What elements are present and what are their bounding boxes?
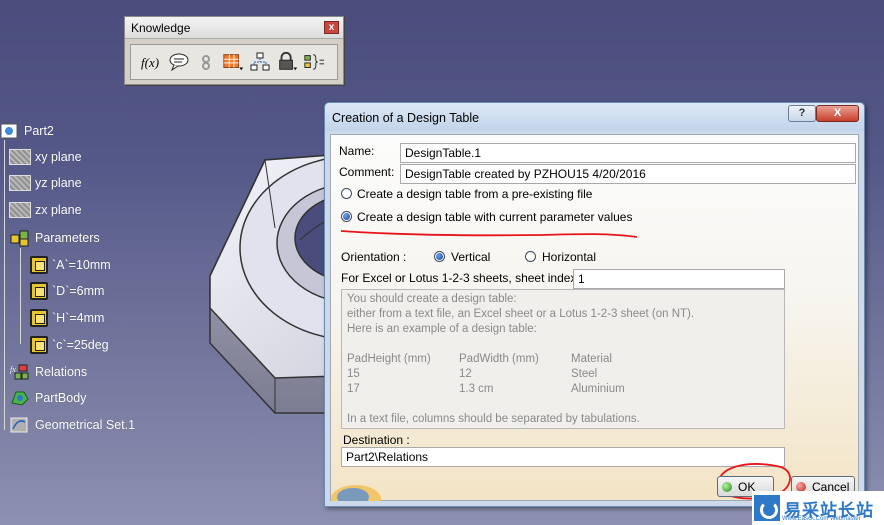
tree-trunk <box>4 140 5 430</box>
parameter-icon <box>30 336 48 354</box>
ok-icon <box>722 481 732 492</box>
option-current-label[interactable]: Create a design table with current param… <box>357 210 632 224</box>
tree-item-parameters[interactable]: Parameters <box>9 229 100 247</box>
example-cell: 1.3 cm <box>459 383 494 395</box>
comment-label: Comment: <box>339 165 395 179</box>
example-cell: Aluminium <box>571 383 625 395</box>
tree-item-param-c[interactable]: `c`=25deg <box>30 336 109 354</box>
tree-item-partbody[interactable]: PartBody <box>9 389 86 407</box>
example-cell: 17 <box>347 383 360 395</box>
example-cell: Steel <box>571 368 598 380</box>
orientation-horizontal-radio[interactable] <box>525 251 536 262</box>
destination-label: Destination : <box>343 433 410 447</box>
tree-item-label: xy plane <box>35 150 82 164</box>
tree-item-zx-plane[interactable]: zx plane <box>9 202 82 218</box>
info-line-1: You should create a design table: <box>347 293 517 305</box>
tree-item-geometrical-set[interactable]: Geometrical Set.1 <box>9 416 135 434</box>
geometrical-set-icon <box>10 417 28 433</box>
tree-item-label: `D`=6mm <box>52 284 105 298</box>
toolbar-buttons: f(x) <box>130 44 338 80</box>
tree-item-yz-plane[interactable]: yz plane <box>9 175 82 191</box>
tree-item-xy-plane[interactable]: xy plane <box>9 149 82 165</box>
design-table-dialog: Creation of a Design Table ? X Name: Des… <box>324 102 865 507</box>
orientation-vertical-radio[interactable] <box>434 251 445 262</box>
comment-icon[interactable] <box>168 50 190 74</box>
sheet-index-label: For Excel or Lotus 1-2-3 sheets, sheet i… <box>341 271 584 285</box>
tree-item-param-a[interactable]: `A`=10mm <box>30 256 111 274</box>
orientation-label: Orientation : <box>341 250 407 264</box>
info-line-3: Here is an example of a design table: <box>347 323 537 335</box>
tree-item-param-h[interactable]: `H`=4mm <box>30 309 104 327</box>
knowledge-toolbar[interactable]: Knowledge x f(x) <box>124 16 344 85</box>
design-table-icon[interactable] <box>222 50 244 74</box>
part-icon <box>0 123 18 139</box>
relations-icon: fx <box>10 364 29 380</box>
plane-icon <box>9 202 31 218</box>
info-footer: In a text file, columns should be separa… <box>347 413 640 425</box>
orientation-horizontal-label[interactable]: Horizontal <box>542 250 596 264</box>
plane-icon <box>9 175 31 191</box>
tree-branch-parameters <box>20 248 21 344</box>
tree-item-label: Parameters <box>35 231 100 245</box>
tree-item-label: PartBody <box>35 391 87 405</box>
example-cell: PadHeight (mm) <box>347 353 431 365</box>
watermark-logo-icon <box>754 495 780 521</box>
tree-item-label: Relations <box>35 365 88 379</box>
tree-item-relations[interactable]: fx Relations <box>9 363 87 381</box>
tree-item-label: Geometrical Set.1 <box>35 418 136 432</box>
equivalent-dimensions-icon[interactable] <box>303 50 325 74</box>
toolbar-title: Knowledge <box>125 17 343 39</box>
tree-item-label: `c`=25deg <box>52 338 109 352</box>
tree-item-label: `H`=4mm <box>52 311 105 325</box>
catia-logo-icon <box>331 485 381 501</box>
info-text-area: You should create a design table: either… <box>341 289 785 429</box>
orientation-vertical-label[interactable]: Vertical <box>451 250 490 264</box>
dialog-title: Creation of a Design Table <box>325 103 864 131</box>
rule-icon[interactable] <box>195 50 217 74</box>
parameter-icon <box>30 309 48 327</box>
option-file-radio[interactable] <box>341 188 352 199</box>
example-cell: PadWidth (mm) <box>459 353 539 365</box>
cancel-icon <box>796 481 806 492</box>
svg-text:f(x): f(x) <box>141 55 159 70</box>
tree-item-part2[interactable]: Part2 <box>0 122 54 140</box>
info-line-2: either from a text file, an Excel sheet … <box>347 308 695 320</box>
name-field[interactable]: DesignTable.1 <box>400 143 856 163</box>
comment-field[interactable]: DesignTable created by PZHOU15 4/20/2016 <box>400 164 856 184</box>
sheet-index-field[interactable]: 1 <box>573 269 785 289</box>
parameter-icon <box>30 282 48 300</box>
watermark-subtext: Www.Easck.Com Webmaster <box>782 516 861 522</box>
example-cell: 12 <box>459 368 472 380</box>
tree-item-label: yz plane <box>35 176 82 190</box>
option-current-radio[interactable] <box>341 211 352 222</box>
watermark: 易采站长站 Www.Easck.Com Webmaster <box>752 491 884 525</box>
red-underline-annotation <box>340 230 638 238</box>
plane-icon <box>9 149 31 165</box>
option-file-label[interactable]: Create a design table from a pre-existin… <box>357 187 592 201</box>
example-cell: Material <box>571 353 612 365</box>
law-icon[interactable] <box>249 50 271 74</box>
tree-item-label: zx plane <box>35 203 82 217</box>
dialog-client-area: Name: DesignTable.1 Comment: DesignTable… <box>330 134 859 501</box>
help-button[interactable]: ? <box>788 105 816 122</box>
partbody-icon <box>11 391 29 406</box>
formula-icon[interactable]: f(x) <box>141 50 163 74</box>
parameters-icon <box>10 230 29 247</box>
tree-item-param-d[interactable]: `D`=6mm <box>30 282 104 300</box>
name-label: Name: <box>339 144 375 158</box>
tree-item-label: `A`=10mm <box>52 258 111 272</box>
specification-tree: Part2 xy plane yz plane zx plane Paramet… <box>0 118 200 448</box>
example-cell: 15 <box>347 368 360 380</box>
close-button[interactable]: X <box>816 105 859 122</box>
tree-item-label: Part2 <box>24 124 54 138</box>
toolbar-close-button[interactable]: x <box>324 21 339 34</box>
parameter-icon <box>30 256 48 274</box>
lock-icon[interactable] <box>276 50 298 74</box>
